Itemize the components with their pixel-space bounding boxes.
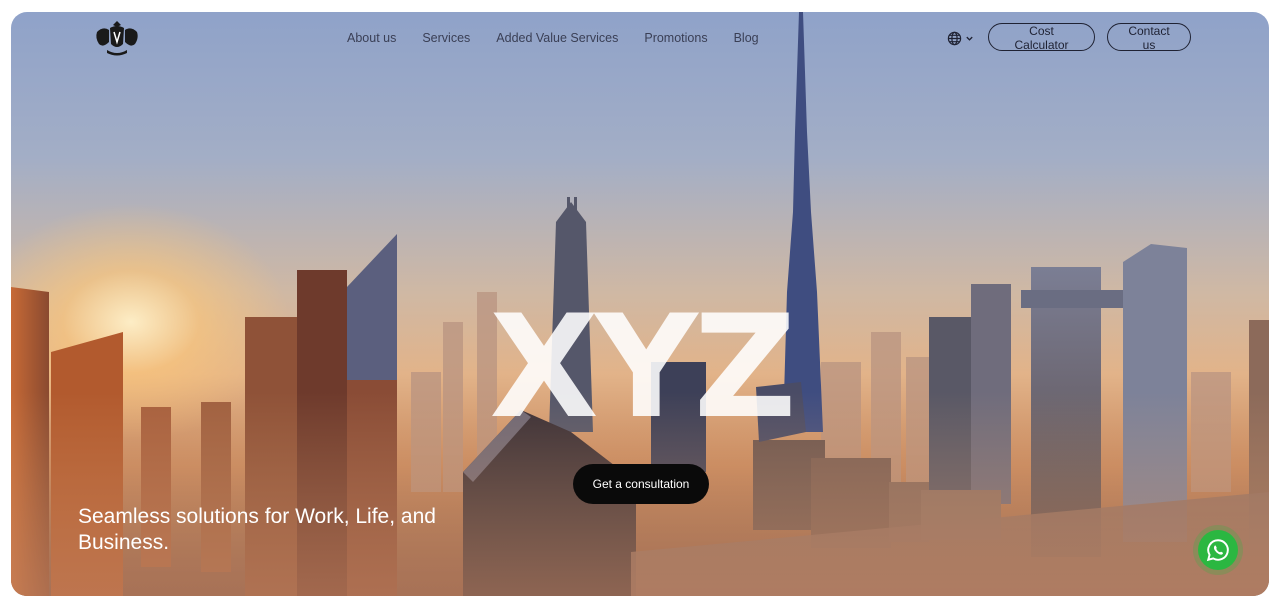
cost-calculator-button[interactable]: Cost Calculator [988, 23, 1095, 52]
whatsapp-button[interactable] [1198, 530, 1238, 570]
nav-added-value-services[interactable]: Added Value Services [496, 31, 618, 45]
top-navigation: About us Services Added Value Services P… [11, 12, 1269, 64]
nav-links: About us Services Added Value Services P… [347, 31, 759, 45]
nav-promotions[interactable]: Promotions [644, 31, 707, 45]
nav-blog[interactable]: Blog [734, 31, 759, 45]
hero-section: About us Services Added Value Services P… [11, 12, 1269, 596]
get-consultation-button[interactable]: Get a consultation [573, 464, 709, 504]
contact-us-button[interactable]: Contact us [1107, 23, 1191, 52]
language-selector[interactable] [947, 31, 974, 46]
whatsapp-icon [1206, 539, 1229, 562]
chevron-down-icon [966, 36, 973, 41]
brand-wordmark: XYZ [489, 285, 796, 450]
globe-icon [947, 31, 962, 46]
nav-services[interactable]: Services [422, 31, 470, 45]
lion-crest-icon[interactable] [93, 18, 141, 58]
hero-tagline: Seamless solutions for Work, Life, and B… [78, 505, 436, 554]
nav-about-us[interactable]: About us [347, 31, 396, 45]
